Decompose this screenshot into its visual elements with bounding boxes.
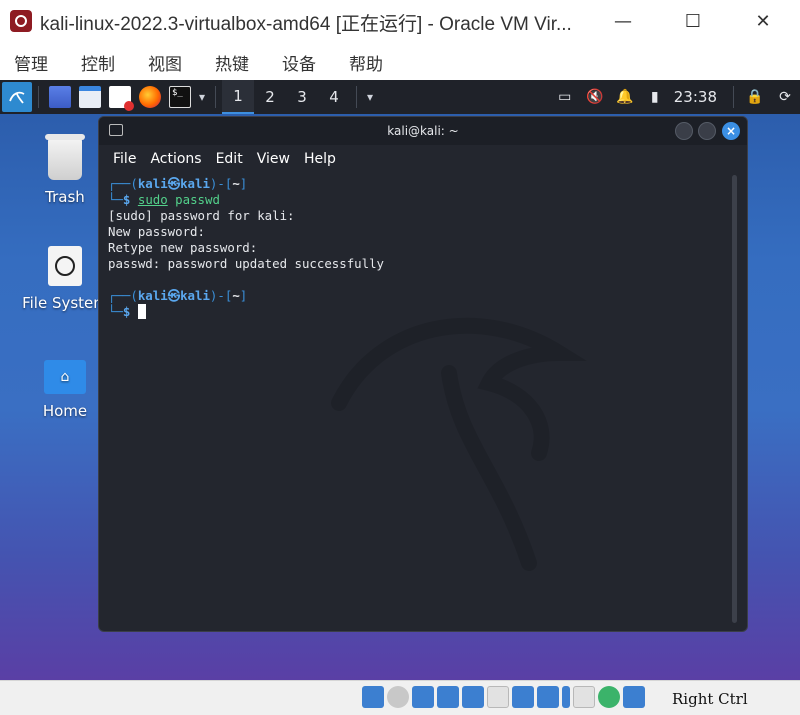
workspace-1[interactable]: 1 [222,80,255,114]
terminal-menu-actions[interactable]: Actions [150,151,201,167]
window-title: kali-linux-2022.3-virtualbox-amd64 [正在运行… [40,14,572,35]
desktop-icon-trash[interactable]: Trash [20,134,110,206]
workspace-2[interactable]: 2 [254,80,286,114]
shared-folders-icon[interactable] [487,686,509,708]
battery-icon[interactable]: ▮ [640,80,670,114]
maximize-button[interactable]: ☐ [670,4,716,38]
desktop-icon-label: File System [22,294,108,312]
menu-view[interactable]: 视图 [148,50,182,75]
terminal-menu-file[interactable]: File [113,151,136,167]
show-desktop-icon[interactable] [49,86,71,108]
display-icon[interactable]: ▭ [550,80,580,114]
kali-dragon-icon [9,91,25,104]
firefox-icon[interactable] [139,86,161,108]
text-cursor [137,304,146,319]
terminal-menu-edit[interactable]: Edit [216,151,243,167]
panel-separator [38,86,39,108]
output-line: New password: [108,224,205,239]
keyboard-capture-icon[interactable] [623,686,645,708]
chevron-down-icon[interactable]: ▾ [367,90,373,104]
desktop-icon-label: Trash [45,188,85,206]
host-menu-bar: 管理 控制 视图 热键 设备 帮助 [0,44,800,80]
minimize-button[interactable]: — [600,4,646,38]
terminal-title: kali@kali: ~ [387,124,459,138]
file-manager-icon[interactable] [79,86,101,108]
output-line: [sudo] password for kali: [108,208,295,223]
top-panel: $_ ▾ 1 2 3 4 ▾ ▭ 🔇 🔔 ▮ 23:38 🔒 ⟳ [0,80,800,114]
optical-drive-icon[interactable] [387,686,409,708]
panel-separator [733,86,734,108]
panel-separator [215,86,217,108]
panel-tray: ▭ 🔇 🔔 ▮ 23:38 🔒 ⟳ [550,80,800,114]
desktop-icon-label: Home [42,402,88,420]
logout-icon[interactable]: ⟳ [770,80,800,114]
terminal-minimize-button[interactable] [675,122,693,140]
display-settings-icon[interactable] [512,686,534,708]
trash-icon [45,134,85,180]
desktop-icon-filesystem[interactable]: File System [20,246,110,312]
lock-screen-icon[interactable]: 🔒 [740,80,770,114]
terminal-output-area[interactable]: ┌──(kali㉿kali)-[~] └─$ sudo passwd [sudo… [99,173,747,631]
vm-status-bar: Right Ctrl [0,680,800,715]
host-key-label: Right Ctrl [672,690,748,708]
kali-dragon-watermark-icon [331,317,587,571]
terminal-window[interactable]: kali@kali: ~ × File Actions Edit View He… [98,116,748,632]
terminal-menu-view[interactable]: View [257,151,290,167]
output-line: Retype new password: [108,240,258,255]
terminal-scrollbar[interactable] [732,175,737,623]
cpu-activity-icon [562,686,570,708]
status-icons [362,686,648,708]
terminal-menu-bar: File Actions Edit View Help [99,145,747,173]
virtualbox-logo-icon [10,10,32,32]
terminal-launcher-icon[interactable]: $_ [169,86,191,108]
terminal-menu-help[interactable]: Help [304,151,336,167]
command-args: passwd [175,192,220,207]
home-folder-icon: ⌂ [44,360,86,394]
desktop-icon-home[interactable]: ⌂ Home [20,360,110,420]
output-line: passwd: password updated successfully [108,256,385,271]
drive-icon [48,246,82,286]
guest-desktop: $_ ▾ 1 2 3 4 ▾ ▭ 🔇 🔔 ▮ 23:38 🔒 ⟳ Trash F… [0,80,800,680]
chevron-down-icon[interactable]: ▾ [199,90,205,104]
hard-disk-icon[interactable] [362,686,384,708]
audio-icon[interactable] [412,686,434,708]
volume-muted-icon[interactable]: 🔇 [580,80,610,114]
network-icon[interactable] [437,686,459,708]
video-capture-icon[interactable] [537,686,559,708]
menu-devices[interactable]: 设备 [282,50,316,75]
notification-bell-icon[interactable]: 🔔 [610,80,640,114]
menu-control[interactable]: 控制 [81,50,115,75]
menu-manage[interactable]: 管理 [14,50,48,75]
virtualization-icon [573,686,595,708]
terminal-close-button[interactable]: × [722,122,740,140]
usb-icon[interactable] [462,686,484,708]
window-titlebar: kali-linux-2022.3-virtualbox-amd64 [正在运行… [0,0,800,42]
terminal-text: ┌──(kali㉿kali)-[~] └─$ sudo passwd [sudo… [108,176,385,319]
close-button[interactable]: ✕ [740,4,786,38]
kali-menu-button[interactable] [2,82,32,112]
text-editor-icon[interactable] [109,86,134,111]
mouse-integration-icon[interactable] [598,686,620,708]
menu-hotkeys[interactable]: 热键 [215,50,249,75]
workspace-4[interactable]: 4 [318,80,350,114]
clock[interactable]: 23:38 [674,88,717,106]
terminal-titlebar[interactable]: kali@kali: ~ × [99,117,747,145]
panel-separator [356,86,358,108]
workspace-3[interactable]: 3 [286,80,318,114]
terminal-maximize-button[interactable] [698,122,716,140]
menu-help[interactable]: 帮助 [349,50,383,75]
command-name: sudo [137,192,168,207]
